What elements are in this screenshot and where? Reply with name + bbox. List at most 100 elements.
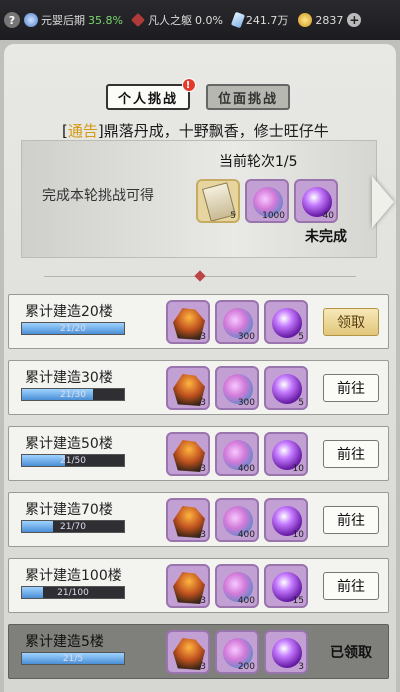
mortal-label: 凡人之躯 [147, 14, 192, 27]
gold-balance: 2837 + [298, 13, 362, 27]
tab-personal-label: 个人挑战 [117, 91, 178, 107]
mortal-status: 凡人之躯 0.0% [130, 12, 223, 28]
reward-slot[interactable]: 400 [215, 498, 259, 542]
progress-text: 21/70 [60, 521, 86, 532]
reward-slot[interactable]: 400 [215, 432, 259, 476]
reward-slot-blue-orb[interactable]: 1000 [245, 179, 289, 223]
reward-count: 300 [237, 398, 255, 408]
reward-count: 3 [200, 530, 206, 540]
progress-text: 21/50 [60, 455, 86, 466]
spirit-stone-balance: 241.7万 [230, 11, 289, 29]
reward-count: 15 [292, 596, 304, 606]
task-progress-bar: 21/50 [21, 454, 125, 467]
task-title: 累计建造5楼 [25, 634, 104, 650]
go-button[interactable]: 前往 [323, 374, 379, 402]
round-reward-label: 完成本轮挑战可得 [42, 188, 154, 204]
task-title: 累计建造50楼 [25, 436, 113, 452]
mortal-percent: 0.0% [194, 13, 223, 27]
reward-slot[interactable]: 400 [215, 564, 259, 608]
reward-slot[interactable]: 200 [215, 630, 259, 674]
spirit-stone-amount: 241.7万 [245, 14, 289, 27]
reward-count: 10 [292, 464, 304, 474]
reward-count: 400 [237, 596, 255, 606]
realm-status: 元婴后期 35.8% [24, 12, 123, 28]
reward-slot-scroll[interactable]: 5 [196, 179, 240, 223]
add-gold-button[interactable]: + [347, 13, 362, 27]
reward-slot[interactable]: 3 [166, 564, 210, 608]
reward-slot[interactable]: 300 [215, 300, 259, 344]
task-progress-bar: 21/70 [21, 520, 125, 533]
go-button[interactable]: 前往 [323, 440, 379, 468]
top-status-bar: ? 元婴后期 35.8% 凡人之躯 0.0% 241.7万 2837 + [0, 0, 400, 40]
reward-count: 5 [298, 398, 304, 408]
reward-slot[interactable]: 300 [215, 366, 259, 410]
progress-text: 21/5 [62, 653, 84, 664]
reward-count: 400 [237, 464, 255, 474]
task-title: 累计建造100楼 [25, 568, 122, 584]
task-progress-bar: 21/20 [21, 322, 125, 335]
reward-slot[interactable]: 3 [166, 366, 210, 410]
claimed-label: 已领取 [330, 645, 372, 661]
reward-count: 3 [200, 464, 206, 474]
task-title: 累计建造30楼 [25, 370, 113, 386]
task-progress-bar: 21/5 [21, 652, 125, 665]
alert-badge-icon: ! [182, 78, 196, 92]
current-round: 当前轮次1/5 [219, 154, 298, 170]
reward-count: 3 [200, 662, 206, 672]
task-row: 累计建造70楼 21/70 3 400 10 前往 [8, 492, 389, 547]
gold-coin-icon [298, 13, 313, 27]
reward-slot[interactable]: 3 [166, 432, 210, 476]
challenge-tabs: 个人挑战 ! 位面挑战 [106, 78, 290, 110]
reward-count: 400 [237, 530, 255, 540]
progress-text: 21/100 [57, 587, 89, 598]
go-button[interactable]: 前往 [323, 572, 379, 600]
reward-count: 1000 [262, 211, 285, 221]
go-button[interactable]: 前往 [323, 506, 379, 534]
announcement-ticker: [通告]鼎落丹成，十野飘香，修士旺仔牛 [62, 122, 329, 140]
task-progress-bar: 21/30 [21, 388, 125, 401]
gold-amount: 2837 [315, 13, 344, 27]
reward-slot[interactable]: 3 [166, 300, 210, 344]
reward-slot[interactable]: 10 [264, 432, 308, 476]
task-row: 累计建造20楼 21/20 3 300 5 领取 [8, 294, 389, 349]
next-round-arrow-icon[interactable] [372, 176, 394, 228]
reward-slot[interactable]: 3 [166, 498, 210, 542]
reward-slot[interactable]: 5 [264, 300, 308, 344]
task-title: 累计建造70楼 [25, 502, 113, 518]
reward-slot[interactable]: 10 [264, 498, 308, 542]
task-title: 累计建造20楼 [25, 304, 113, 320]
realm-icon [24, 13, 38, 27]
reward-count: 10 [292, 530, 304, 540]
reward-count: 300 [237, 332, 255, 342]
reward-slot[interactable]: 3 [166, 630, 210, 674]
reward-slot[interactable]: 5 [264, 366, 308, 410]
round-status: 未完成 [305, 229, 347, 245]
help-icon[interactable]: ? [4, 12, 20, 28]
tab-plane-challenge[interactable]: 位面挑战 [206, 84, 290, 110]
task-row: 累计建造30楼 21/30 3 300 5 前往 [8, 360, 389, 415]
reward-count: 200 [237, 662, 255, 672]
reward-slot[interactable]: 3 [264, 630, 308, 674]
reward-count: 3 [200, 332, 206, 342]
realm-percent: 35.8% [88, 13, 123, 27]
challenge-panel: 个人挑战 ! 位面挑战 [通告]鼎落丹成，十野飘香，修士旺仔牛 完成本轮挑战可得… [4, 44, 396, 692]
task-progress-bar: 21/100 [21, 586, 125, 599]
announcement-tag: 通告 [67, 122, 98, 140]
progress-text: 21/20 [60, 323, 86, 334]
claim-button[interactable]: 领取 [323, 308, 379, 336]
round-reward-banner: 完成本轮挑战可得 当前轮次1/5 5 1000 40 未完成 [21, 140, 377, 258]
mortal-icon [130, 12, 146, 28]
reward-count: 3 [200, 398, 206, 408]
reward-count: 40 [322, 211, 334, 221]
announcement-text: 鼎落丹成，十野飘香，修士旺仔牛 [103, 122, 329, 140]
reward-count: 3 [298, 662, 304, 672]
realm-label: 元婴后期 [41, 14, 85, 27]
tab-personal-challenge[interactable]: 个人挑战 ! [106, 78, 196, 110]
reward-slot-purple-orb[interactable]: 40 [294, 179, 338, 223]
reward-count: 5 [230, 211, 236, 221]
task-row: 累计建造100楼 21/100 3 400 15 前往 [8, 558, 389, 613]
spirit-stone-icon [230, 11, 245, 29]
reward-count: 3 [200, 596, 206, 606]
task-row: 累计建造50楼 21/50 3 400 10 前往 [8, 426, 389, 481]
reward-slot[interactable]: 15 [264, 564, 308, 608]
